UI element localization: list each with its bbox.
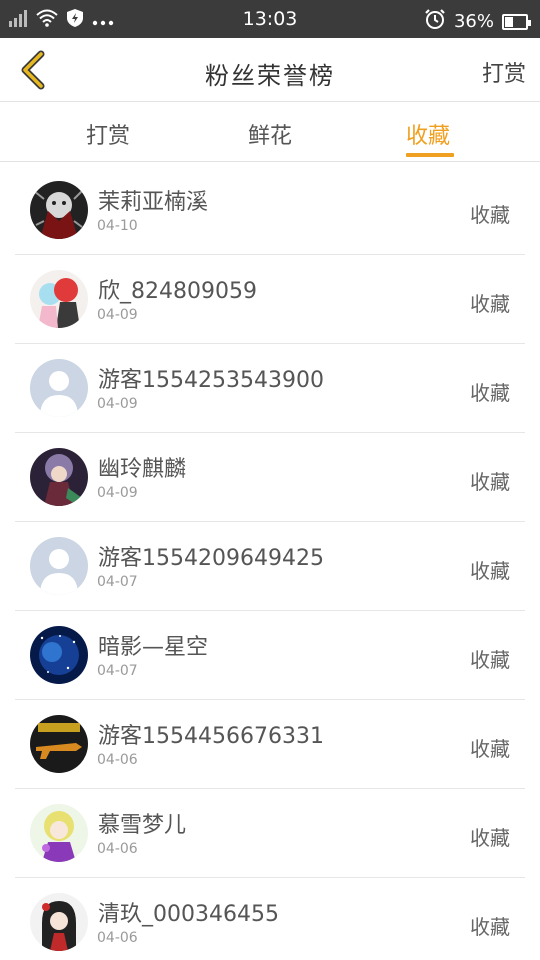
- battery-percent: 36%: [453, 11, 494, 32]
- list-item[interactable]: 茉莉亚楠溪 04-10 收藏: [0, 166, 540, 255]
- reward-button[interactable]: 打赏: [482, 56, 526, 88]
- fan-name: 茉莉亚楠溪: [98, 190, 209, 215]
- avatar: [30, 626, 88, 684]
- avatar: [30, 893, 88, 951]
- fan-name: 游客1554209649425: [98, 546, 324, 571]
- fan-action: 收藏: [470, 292, 510, 316]
- fan-name: 欣_824809059: [98, 279, 257, 304]
- fan-date: 04-07: [97, 574, 138, 590]
- fan-name: 暗影—星空: [98, 635, 209, 660]
- fan-action: 收藏: [470, 826, 510, 850]
- tab-bar: 打赏 鲜花 收藏: [0, 102, 540, 162]
- list-item[interactable]: 清玖_000346455 04-06 收藏: [0, 878, 540, 960]
- list-item[interactable]: 游客1554456676331 04-06 收藏: [0, 700, 540, 789]
- fan-action: 收藏: [470, 648, 510, 672]
- fan-name: 幽玲麒麟: [98, 457, 187, 482]
- fan-date: 04-10: [97, 218, 138, 234]
- avatar: [30, 181, 88, 239]
- fan-date: 04-07: [97, 663, 138, 679]
- tab-reward[interactable]: 打赏: [86, 118, 130, 150]
- fan-date: 04-09: [97, 307, 138, 323]
- fan-date: 04-06: [97, 930, 138, 946]
- list-item[interactable]: 游客1554209649425 04-07 收藏: [0, 522, 540, 611]
- fan-action: 收藏: [470, 470, 510, 494]
- fan-date: 04-09: [97, 485, 138, 501]
- fan-action: 收藏: [470, 737, 510, 761]
- list-item[interactable]: 游客1554253543900 04-09 收藏: [0, 344, 540, 433]
- fan-date: 04-06: [97, 752, 138, 768]
- fan-action: 收藏: [470, 915, 510, 939]
- fan-date: 04-06: [97, 841, 138, 857]
- list-item[interactable]: 幽玲麒麟 04-09 收藏: [0, 433, 540, 522]
- tab-collect[interactable]: 收藏: [406, 118, 450, 150]
- battery-icon: [502, 13, 531, 30]
- avatar: [30, 804, 88, 862]
- fan-name: 清玖_000346455: [98, 902, 279, 927]
- fan-name: 慕雪梦儿: [98, 813, 187, 838]
- page-title: 粉丝荣誉榜: [205, 62, 335, 90]
- avatar: [30, 448, 88, 506]
- alarm-icon: [424, 8, 446, 35]
- default-avatar-icon: [30, 359, 88, 417]
- nav-bar: 粉丝荣誉榜 打赏: [0, 38, 540, 102]
- fan-list: 茉莉亚楠溪 04-10 收藏 欣_824809059 04-09 收藏 游客15…: [0, 166, 540, 960]
- fan-action: 收藏: [470, 203, 510, 227]
- list-item[interactable]: 欣_824809059 04-09 收藏: [0, 255, 540, 344]
- default-avatar-icon: [30, 537, 88, 595]
- active-tab-indicator: [406, 153, 454, 157]
- tab-flowers[interactable]: 鲜花: [248, 118, 292, 150]
- avatar: [30, 270, 88, 328]
- fan-action: 收藏: [470, 381, 510, 405]
- fan-name: 游客1554456676331: [98, 724, 324, 749]
- fan-name: 游客1554253543900: [98, 368, 324, 393]
- list-item[interactable]: 慕雪梦儿 04-06 收藏: [0, 789, 540, 878]
- fan-action: 收藏: [470, 559, 510, 583]
- list-item[interactable]: 暗影—星空 04-07 收藏: [0, 611, 540, 700]
- avatar: [30, 715, 88, 773]
- fan-date: 04-09: [97, 396, 138, 412]
- status-bar: 13:03 36%: [0, 0, 540, 38]
